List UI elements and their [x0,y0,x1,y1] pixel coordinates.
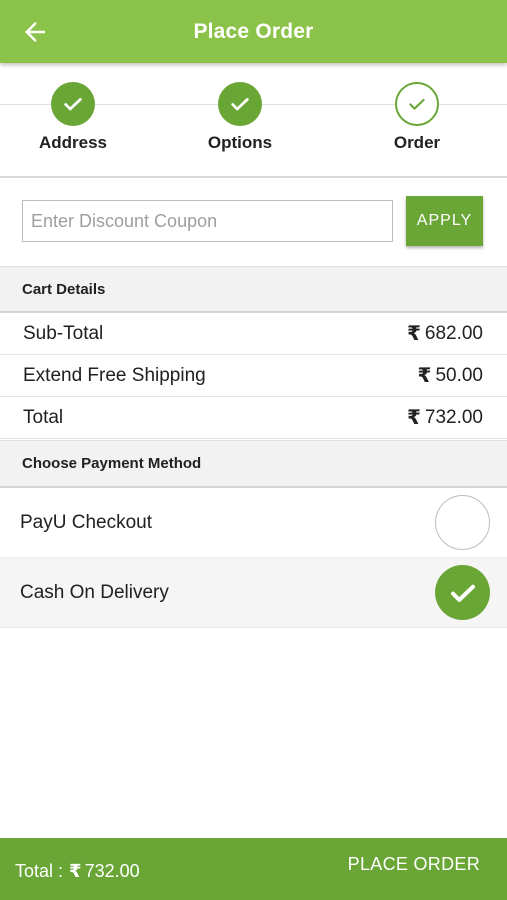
payment-option-label: PayU Checkout [20,511,153,533]
step-address: Address [13,82,133,153]
rupee-symbol: ₹ [406,407,421,429]
payment-option-label: Cash On Delivery [20,581,169,603]
radio-checked-icon[interactable] [435,565,490,620]
row-amount: ₹ 682.00 [407,321,483,346]
step-options: Options [180,82,300,153]
rupee-symbol: ₹ [406,323,421,345]
page-title: Place Order [193,19,314,43]
checkout-stepper: Address Options Order [0,63,507,178]
row-label: Extend Free Shipping [23,364,206,386]
apply-coupon-button[interactable]: APPLY [406,196,483,246]
arrow-left-icon[interactable] [20,17,50,47]
payment-option-payu[interactable]: PayU Checkout [0,488,507,558]
rupee-symbol: ₹ [69,860,82,881]
step-check-outline-icon [395,82,439,126]
row-label: Total [23,406,64,428]
payment-method-list: PayU Checkout Cash On Delivery [0,488,507,628]
footer-total-label: Total : [15,860,64,881]
row-amount: ₹ 732.00 [407,405,483,430]
section-title: Cart Details [22,280,106,298]
step-label: Order [393,133,441,152]
radio-unchecked-icon[interactable] [435,495,490,550]
section-title: Choose Payment Method [22,455,202,472]
step-label: Address [38,133,108,152]
coupon-section: APPLY [0,178,507,266]
footer-total: Total : ₹ 732.00 [15,861,140,882]
step-order: Order [357,82,477,153]
rupee-symbol: ₹ [417,365,432,387]
cart-details-header: Cart Details [0,266,507,313]
app-bar: Place Order [0,0,507,63]
payment-option-cod[interactable]: Cash On Delivery [0,558,507,628]
bottom-action-bar: Total : ₹ 732.00 PLACE ORDER [0,838,507,900]
step-label: Options [207,133,273,152]
cart-row-total: Total ₹ 732.00 [0,397,507,439]
footer-total-amount: 732.00 [84,860,140,881]
cart-row-shipping: Extend Free Shipping ₹ 50.00 [0,355,507,397]
cart-row-subtotal: Sub-Total ₹ 682.00 [0,313,507,355]
row-label: Sub-Total [23,322,104,344]
amount-value: 732.00 [424,406,483,428]
row-amount: ₹ 50.00 [418,363,483,388]
amount-value: 682.00 [424,322,483,344]
cart-details-list: Sub-Total ₹ 682.00 Extend Free Shipping … [0,313,507,439]
step-check-icon [51,82,95,126]
place-order-button[interactable]: PLACE ORDER [348,854,480,875]
payment-method-header: Choose Payment Method [0,440,507,488]
discount-coupon-input[interactable] [22,200,393,242]
step-check-icon [218,82,262,126]
amount-value: 50.00 [435,364,483,386]
